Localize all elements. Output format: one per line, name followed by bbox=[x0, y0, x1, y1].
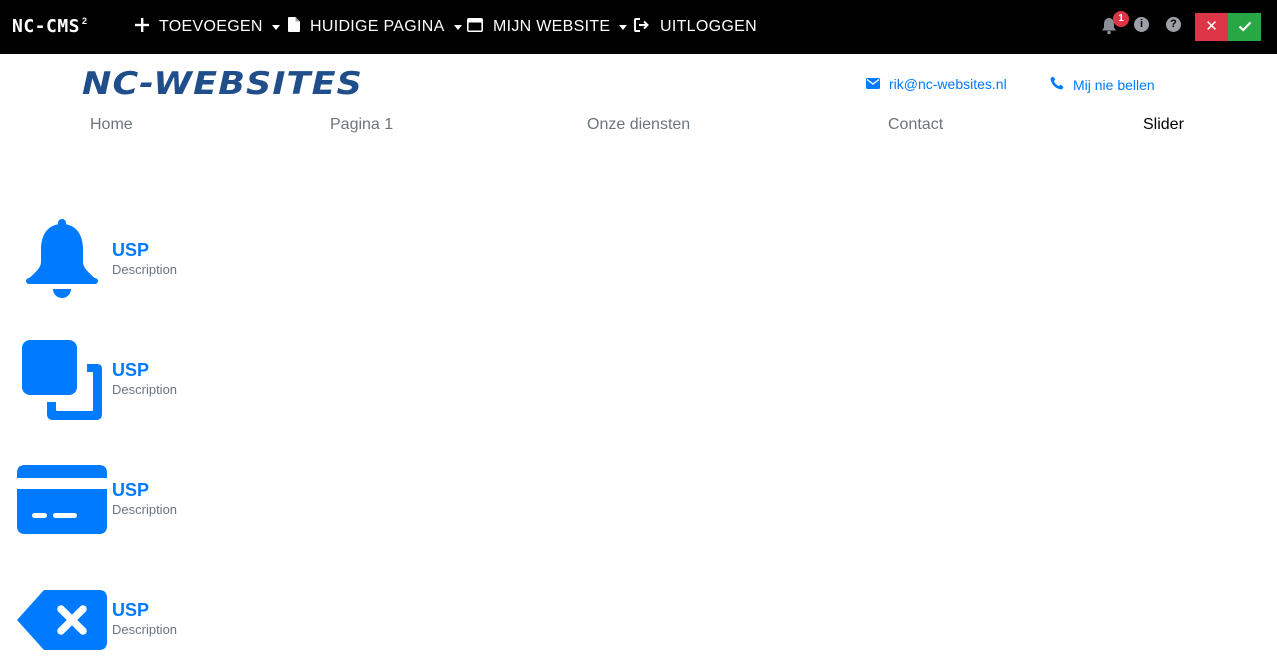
usp-description: Description bbox=[112, 502, 178, 517]
window-icon bbox=[467, 17, 483, 37]
phone-icon bbox=[1050, 76, 1073, 93]
help-button[interactable]: ? bbox=[1166, 17, 1181, 37]
bell-icon bbox=[17, 216, 107, 306]
email-link[interactable]: rik@nc-websites.nl bbox=[866, 76, 1007, 92]
menu-mijn-website[interactable]: MIJN WEBSITE bbox=[467, 0, 628, 54]
nav-item-onze-diensten[interactable]: Onze diensten bbox=[587, 116, 690, 134]
email-text: rik@nc-websites.nl bbox=[889, 76, 1007, 92]
credit-card-icon bbox=[17, 456, 107, 546]
usp-title: USP bbox=[112, 240, 150, 260]
notifications-button[interactable]: 1 bbox=[1101, 11, 1129, 37]
caret-down-icon bbox=[619, 24, 628, 30]
cms-brand-logo[interactable]: NC-CMS 2 bbox=[12, 15, 87, 39]
envelope-icon bbox=[866, 76, 889, 92]
menu-uitloggen-label: UITLOGGEN bbox=[660, 18, 757, 35]
caret-down-icon bbox=[271, 24, 280, 30]
question-circle-icon: ? bbox=[1166, 17, 1181, 32]
info-button[interactable]: i bbox=[1134, 17, 1149, 37]
usp-item: USP Description bbox=[17, 576, 217, 666]
usp-title: USP bbox=[112, 600, 150, 620]
check-icon bbox=[1238, 18, 1252, 35]
caret-down-icon bbox=[453, 24, 462, 30]
info-circle-icon: i bbox=[1134, 17, 1149, 32]
phone-text: Mij nie bellen bbox=[1073, 76, 1155, 93]
cms-brand-name: NC-CMS bbox=[12, 16, 81, 37]
confirm-button[interactable] bbox=[1228, 13, 1261, 41]
phone-link[interactable]: Mij nie bellen bbox=[1050, 76, 1155, 93]
usp-description: Description bbox=[112, 262, 178, 277]
backspace-icon bbox=[17, 576, 107, 666]
site-logo[interactable]: NC-WEBSITES bbox=[82, 66, 363, 102]
menu-mijn-website-label: MIJN WEBSITE bbox=[493, 18, 611, 35]
close-icon: ✕ bbox=[1205, 18, 1218, 35]
cms-toolbar: NC-CMS 2 TOEVOEGEN HUIDIGE PAGINA MIJN W… bbox=[0, 0, 1277, 54]
usp-item: USP Description bbox=[17, 456, 217, 546]
menu-huidige-pagina-label: HUIDIGE PAGINA bbox=[310, 18, 445, 35]
clone-icon bbox=[17, 336, 107, 426]
nav-item-slider[interactable]: Slider bbox=[1143, 116, 1184, 134]
menu-uitloggen[interactable]: UITLOGGEN bbox=[634, 0, 757, 54]
nav-item-contact[interactable]: Contact bbox=[888, 116, 943, 134]
usp-description: Description bbox=[112, 382, 178, 397]
menu-toevoegen-label: TOEVOEGEN bbox=[159, 18, 263, 35]
sign-out-icon bbox=[634, 17, 650, 37]
usp-description: Description bbox=[112, 622, 178, 637]
cancel-button[interactable]: ✕ bbox=[1195, 13, 1228, 41]
usp-item: USP Description bbox=[17, 336, 217, 426]
nav-item-home[interactable]: Home bbox=[90, 116, 133, 134]
usp-item: USP Description bbox=[17, 216, 217, 306]
plus-icon bbox=[135, 17, 149, 37]
menu-huidige-pagina[interactable]: HUIDIGE PAGINA bbox=[288, 0, 462, 54]
nav-item-pagina-1[interactable]: Pagina 1 bbox=[330, 116, 393, 134]
usp-title: USP bbox=[112, 360, 150, 380]
file-icon bbox=[288, 17, 300, 37]
usp-title: USP bbox=[112, 480, 150, 500]
cms-brand-version: 2 bbox=[82, 16, 88, 26]
menu-toevoegen[interactable]: TOEVOEGEN bbox=[135, 0, 280, 54]
notification-badge: 1 bbox=[1113, 11, 1129, 27]
